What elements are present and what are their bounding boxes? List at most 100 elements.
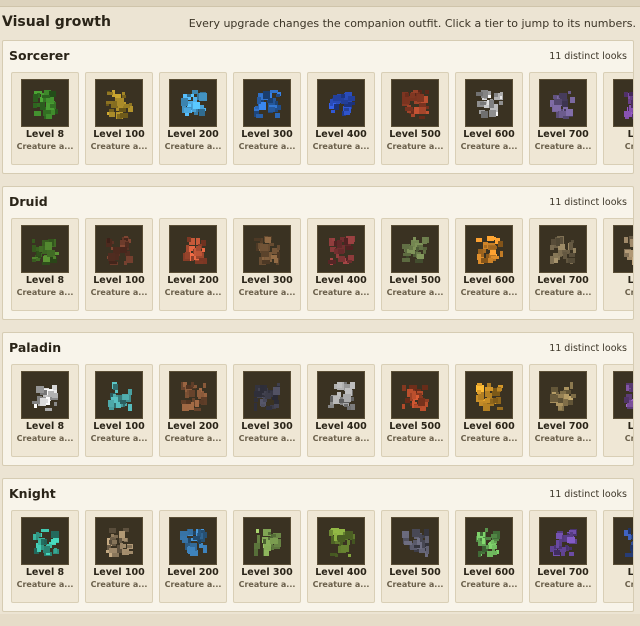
tier-tile[interactable]: Level 500 Creature a... (381, 72, 449, 165)
tier-tile[interactable]: Level 700 Creature a... (529, 72, 597, 165)
tier-tile[interactable]: Level 600 Creature a... (455, 510, 523, 603)
tier-caption: Creature a... (312, 580, 370, 589)
tier-level-label: Lev (627, 275, 634, 286)
white-sheep-icon (21, 371, 69, 419)
tier-tile[interactable]: Level 200 Creature a... (159, 218, 227, 311)
tier-level-label: Level 200 (167, 421, 219, 432)
tier-caption: Creature a... (164, 580, 222, 589)
tier-tile[interactable]: Level 500 Creature a... (381, 364, 449, 457)
tier-level-label: Level 700 (537, 421, 589, 432)
blue-orb-mage-icon (169, 79, 217, 127)
tier-tile[interactable]: Lev Creat (603, 218, 634, 311)
tier-tile[interactable]: Lev Creat (603, 72, 634, 165)
tier-row: Level 8 Creature a... Level 100 Creature a.… (11, 364, 633, 457)
tier-caption: Creature a... (16, 434, 74, 443)
white-spirit-icon (465, 79, 513, 127)
tier-tile[interactable]: Level 300 Creature a... (233, 510, 301, 603)
tier-level-label: Level 400 (315, 421, 367, 432)
tier-tile[interactable]: Level 400 Creature a... (307, 218, 375, 311)
tier-level-label: Level 100 (93, 567, 145, 578)
tier-level-label: Level 8 (25, 275, 65, 286)
tier-level-label: Lev (627, 567, 634, 578)
tier-level-label: Level 700 (537, 129, 589, 140)
tier-level-label: Level 8 (25, 129, 65, 140)
vocation-panel-druid: Druid 11 distinct looks Level 8 Creature a.… (2, 186, 634, 320)
tier-level-label: Level 700 (537, 567, 589, 578)
tier-tile[interactable]: Level 400 Creature a... (307, 510, 375, 603)
tier-tile[interactable]: Lev Creat (603, 364, 633, 457)
tier-tile[interactable]: Level 100 Creature a... (85, 72, 153, 165)
tier-tile[interactable]: Level 200 Creature a... (159, 364, 227, 457)
blue-imp-icon (169, 517, 217, 565)
tier-tile[interactable]: Level 700 Creature a... (529, 510, 597, 603)
tier-tile[interactable]: Level 600 Creature a... (455, 364, 523, 457)
tier-tile[interactable]: Lev Creat (603, 510, 634, 603)
tier-tile[interactable]: Level 600 Creature a... (455, 218, 523, 311)
tier-level-label: Level 500 (389, 129, 441, 140)
tier-caption: Creature a... (386, 142, 444, 151)
tier-tile[interactable]: Level 700 Creature a... (529, 218, 597, 311)
tier-tile[interactable]: Level 200 Creature a... (159, 72, 227, 165)
tier-caption: Creature a... (164, 434, 222, 443)
tier-caption: Creature a... (460, 288, 518, 297)
tier-caption: Creature a... (534, 288, 592, 297)
tier-level-label: Level 300 (241, 275, 293, 286)
vocation-panel-knight: Knight 11 distinct looks Level 8 Creature a… (2, 478, 634, 612)
tier-level-label: Level 400 (315, 275, 367, 286)
tier-level-label: Level 600 (463, 129, 515, 140)
bog-golem-icon (539, 225, 587, 273)
tier-tile[interactable]: Level 100 Creature a... (85, 218, 153, 311)
tier-caption: Creature a... (460, 434, 518, 443)
tier-tile[interactable]: Level 400 Creature a... (307, 364, 375, 457)
fire-wing-beast-icon (465, 225, 513, 273)
armored-warbeast-icon (539, 79, 587, 127)
vocation-panel-paladin: Paladin 11 distinct looks Level 8 Creature … (2, 332, 634, 466)
section-hint: Every upgrade changes the companion outf… (188, 17, 636, 30)
tier-tile[interactable]: Level 500 Creature a... (381, 510, 449, 603)
tier-tile[interactable]: Level 8 Creature a... (11, 510, 79, 603)
tier-tile[interactable]: Level 100 Creature a... (85, 510, 153, 603)
tier-caption: Creat (624, 142, 634, 151)
tier-tile[interactable]: Level 300 Creature a... (233, 218, 301, 311)
tier-tile[interactable]: Level 600 Creature a... (455, 72, 523, 165)
vocation-title: Knight (9, 486, 56, 501)
tier-caption: Creature a... (386, 580, 444, 589)
vocation-title: Druid (9, 194, 48, 209)
tier-tile[interactable]: Level 200 Creature a... (159, 510, 227, 603)
tier-caption: Creature a... (460, 142, 518, 151)
tier-tile[interactable]: Level 8 Creature a... (11, 72, 79, 165)
tier-tile[interactable]: Level 400 Creature a... (307, 72, 375, 165)
tier-tile[interactable]: Level 100 Creature a... (85, 364, 153, 457)
tier-level-label: Level 100 (93, 421, 145, 432)
tier-level-label: Level 300 (241, 129, 293, 140)
tier-caption: Creature a... (90, 142, 148, 151)
dark-bat-icon (243, 371, 291, 419)
tier-tile[interactable]: Level 500 Creature a... (381, 218, 449, 311)
distinct-looks-count: 11 distinct looks (549, 489, 627, 500)
tier-tile[interactable]: Level 8 Creature a... (11, 364, 79, 457)
swamp-creature-icon (391, 225, 439, 273)
tier-level-label: Level 600 (463, 567, 515, 578)
golden-serpent-icon (95, 79, 143, 127)
tier-level-label: Level 400 (315, 567, 367, 578)
tier-row: Level 8 Creature a... Level 100 Creature a.… (11, 218, 634, 311)
tier-tile[interactable]: Level 300 Creature a... (233, 72, 301, 165)
tier-level-label: Level 200 (167, 567, 219, 578)
tier-tile[interactable]: Level 300 Creature a... (233, 364, 301, 457)
tier-caption: Creat (624, 288, 634, 297)
tier-tile[interactable]: Level 8 Creature a... (11, 218, 79, 311)
tier-level-label: Level 200 (167, 275, 219, 286)
vocation-panel-sorcerer: Sorcerer 11 distinct looks Level 8 Creature… (2, 40, 634, 174)
tier-tile[interactable]: Level 700 Creature a... (529, 364, 597, 457)
tier-caption: Creature a... (16, 142, 74, 151)
small-brown-bug-icon (243, 225, 291, 273)
purple-armor-icon (539, 517, 587, 565)
section-title: Visual growth (2, 14, 111, 30)
tier-caption: Creature a... (90, 434, 148, 443)
small-brown-beast-icon (95, 225, 143, 273)
tier-level-label: Level 600 (463, 421, 515, 432)
red-cobra-icon (391, 371, 439, 419)
distinct-looks-count: 11 distinct looks (549, 197, 627, 208)
tier-caption: Creature a... (312, 142, 370, 151)
tier-level-label: Level 100 (93, 129, 145, 140)
